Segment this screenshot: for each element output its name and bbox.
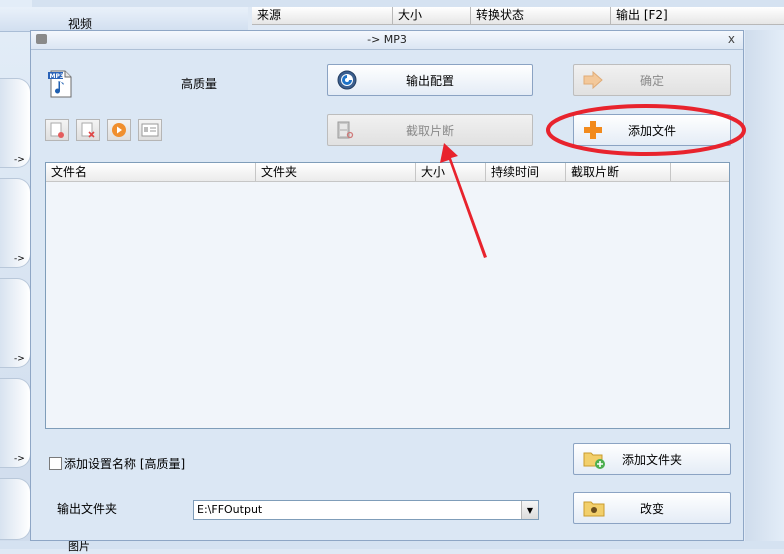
add-folder-label: 添加文件夹: [621, 452, 682, 467]
background-arrow-mark: ->: [14, 354, 25, 364]
background-col-output[interactable]: 输出 [F2]: [610, 7, 784, 24]
output-folder-label: 输出文件夹: [57, 502, 118, 516]
add-file-button[interactable]: 添加文件: [573, 114, 731, 146]
column-file-name[interactable]: 文件名: [46, 163, 256, 181]
column-size[interactable]: 大小: [416, 163, 486, 181]
add-file-label: 添加文件: [627, 123, 676, 138]
clip-segment-label: 截取片断: [405, 123, 454, 138]
file-list-table[interactable]: 文件名 文件夹 大小 持续时间 截取片断: [45, 162, 730, 429]
change-folder-button[interactable]: 改变: [573, 492, 731, 524]
play-icon: [112, 123, 126, 137]
background-col-status[interactable]: 转换状态: [470, 7, 610, 24]
quality-label: 高质量: [181, 77, 218, 91]
background-task-list-header: 来源 大小 转换状态 输出 [F2]: [252, 7, 784, 25]
folder-camera-icon: [583, 501, 605, 517]
background-right-panel: [745, 30, 784, 549]
background-top-strip: [0, 0, 784, 7]
dialog-title: -> MP3: [367, 33, 407, 46]
output-config-label: 输出配置: [405, 73, 454, 88]
background-col-size[interactable]: 大小: [392, 7, 470, 24]
background-video-category[interactable]: [0, 7, 248, 32]
column-duration[interactable]: 持续时间: [486, 163, 566, 181]
ok-label: 确定: [639, 73, 664, 88]
svg-text:MP3: MP3: [50, 73, 65, 80]
info-card-icon: [141, 123, 159, 137]
remove-item-button[interactable]: [45, 119, 69, 141]
background-format-button[interactable]: [0, 478, 31, 540]
plus-icon: [584, 121, 602, 139]
background-col-source[interactable]: 来源: [252, 7, 392, 24]
output-config-button[interactable]: 输出配置: [327, 64, 533, 96]
gear-icon: [337, 70, 357, 90]
clip-segment-button[interactable]: 截取片断: [327, 114, 533, 146]
background-bottom-strip: [0, 541, 784, 549]
change-folder-label: 改变: [639, 501, 664, 516]
folder-add-icon: [583, 452, 605, 469]
play-button[interactable]: [107, 119, 131, 141]
dialog-titlebar[interactable]: -> MP3 x: [31, 31, 743, 50]
document-delete-icon: [81, 122, 95, 138]
dropdown-arrow-icon[interactable]: ▼: [521, 501, 538, 519]
add-folder-button[interactable]: 添加文件夹: [573, 443, 731, 475]
convert-to-mp3-dialog: -> MP3 x MP3 高质量 输出配置 确定 截取片断 添加文件 文件名 文…: [30, 30, 744, 541]
ok-button[interactable]: 确定: [573, 64, 731, 96]
media-info-button[interactable]: [138, 119, 162, 141]
document-remove-icon: [50, 122, 64, 138]
film-scissors-icon: [337, 121, 354, 139]
mp3-file-icon: MP3: [48, 70, 72, 98]
file-list-header: 文件名 文件夹 大小 持续时间 截取片断: [46, 163, 729, 182]
checkbox-square[interactable]: [49, 457, 62, 470]
column-folder[interactable]: 文件夹: [256, 163, 416, 181]
background-arrow-mark: ->: [14, 254, 25, 264]
output-folder-select[interactable]: E:\FFOutput ▼: [193, 500, 539, 520]
close-button[interactable]: x: [728, 32, 735, 46]
column-clip-segment[interactable]: 截取片断: [566, 163, 671, 181]
background-arrow-mark: ->: [14, 155, 25, 165]
arrow-right-icon: [583, 71, 603, 89]
clear-list-button[interactable]: [76, 119, 100, 141]
add-setting-name-label: 添加设置名称 [高质量]: [64, 457, 186, 471]
add-setting-name-checkbox[interactable]: 添加设置名称 [高质量]: [49, 455, 185, 472]
output-folder-value: E:\FFOutput: [197, 503, 263, 516]
background-arrow-mark: ->: [14, 454, 25, 464]
